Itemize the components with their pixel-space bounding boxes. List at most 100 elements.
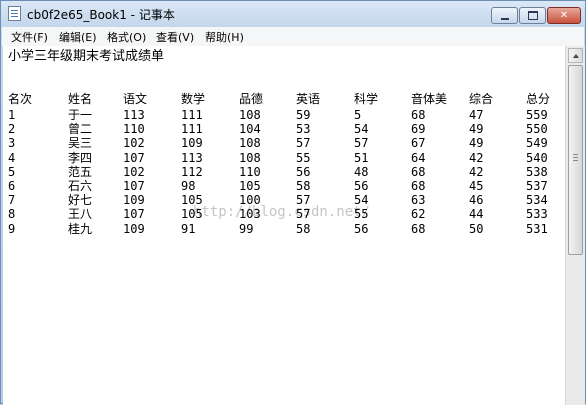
table-cell: 44 xyxy=(469,207,484,222)
table-cell: 于一 xyxy=(68,108,93,122)
table-cell: 9 xyxy=(8,221,16,236)
table-cell: 91 xyxy=(181,221,196,236)
table-cell: 1 xyxy=(8,108,16,122)
table-cell: 好七 xyxy=(68,193,93,208)
table-header-cell: 总分 xyxy=(526,92,551,106)
table-cell: 56 xyxy=(354,179,369,193)
menu-help[interactable]: 帮助(H) xyxy=(205,29,244,45)
notepad-app-icon[interactable] xyxy=(8,6,21,21)
table-cell: 范五 xyxy=(68,164,93,179)
table-cell: 57 xyxy=(296,136,311,151)
table-cell: 56 xyxy=(354,221,369,236)
table-cell: 58 xyxy=(296,179,311,193)
table-cell: 109 xyxy=(123,221,145,236)
minimize-icon xyxy=(500,17,509,20)
table-cell: 8 xyxy=(8,207,16,222)
table-cell: 53 xyxy=(296,122,311,137)
table-cell: 109 xyxy=(123,193,145,208)
table-cell: 68 xyxy=(411,164,426,179)
table-cell: 5 xyxy=(354,108,362,122)
notepad-window: cb0f2e65_Book1 - 记事本 ✕ 文件(F) 编辑(E) 格式(O)… xyxy=(0,0,586,405)
maximize-icon xyxy=(527,11,538,20)
table-cell: 2 xyxy=(8,122,16,137)
table-cell: 55 xyxy=(354,207,369,222)
table-cell: 540 xyxy=(526,150,548,165)
table-cell: 559 xyxy=(526,108,548,122)
table-cell: 42 xyxy=(469,164,484,179)
table-cell: 105 xyxy=(181,193,203,208)
table-cell: 107 xyxy=(123,179,145,193)
table-cell: 110 xyxy=(123,122,145,137)
table-cell: 68 xyxy=(411,179,426,193)
table-cell: 48 xyxy=(354,164,369,179)
table-cell: 3 xyxy=(8,136,16,151)
table-cell: 550 xyxy=(526,122,548,137)
scroll-up-arrow-icon xyxy=(572,53,579,58)
table-cell: 45 xyxy=(469,179,484,193)
table-cell: 67 xyxy=(411,136,426,151)
minimize-button[interactable] xyxy=(491,7,518,24)
table-header-cell: 品德 xyxy=(239,92,264,106)
table-cell: 104 xyxy=(239,122,261,137)
menu-file[interactable]: 文件(F) xyxy=(11,29,48,45)
table-cell: 69 xyxy=(411,122,426,137)
close-button[interactable]: ✕ xyxy=(547,7,581,24)
table-cell: 111 xyxy=(181,122,203,137)
table-cell: 47 xyxy=(469,108,484,122)
table-cell: 54 xyxy=(354,122,369,137)
table-cell: 107 xyxy=(123,207,145,222)
table-header-cell: 英语 xyxy=(296,92,321,106)
text-editor-area[interactable]: 小学三年级期末考试成绩单 http://blog.csdn.net/ 名次 姓名 语… xyxy=(3,46,565,405)
thumb-grip-icon xyxy=(573,154,578,155)
table-cell: 7 xyxy=(8,193,16,208)
menu-view[interactable]: 查看(V) xyxy=(156,29,194,45)
table-cell: 549 xyxy=(526,136,548,151)
table-cell: 111 xyxy=(181,108,203,122)
table-cell: 105 xyxy=(239,179,261,193)
table-cell: 57 xyxy=(354,136,369,151)
table-header-cell: 科学 xyxy=(354,92,379,106)
table-header-cell: 数学 xyxy=(181,92,206,106)
table-cell: 99 xyxy=(239,221,254,236)
table-cell: 108 xyxy=(239,150,261,165)
table-cell: 98 xyxy=(181,179,196,193)
maximize-button[interactable] xyxy=(519,7,546,24)
table-cell: 109 xyxy=(181,136,203,151)
title-bar[interactable]: cb0f2e65_Book1 - 记事本 ✕ xyxy=(1,1,585,27)
window-title: cb0f2e65_Book1 - 记事本 xyxy=(27,8,175,22)
table-cell: 5 xyxy=(8,164,16,179)
table-header-cell: 语文 xyxy=(123,92,148,106)
table-cell: 王八 xyxy=(68,207,93,222)
table-cell: 537 xyxy=(526,179,548,193)
table-cell: 531 xyxy=(526,221,548,236)
table-cell: 4 xyxy=(8,150,16,165)
table-header-cell: 综合 xyxy=(469,92,494,106)
scroll-thumb[interactable] xyxy=(568,65,583,255)
table-cell: 107 xyxy=(123,150,145,165)
close-icon: ✕ xyxy=(559,10,569,21)
document-heading: 小学三年级期末考试成绩单 xyxy=(8,49,165,64)
table-cell: 64 xyxy=(411,150,426,165)
table-cell: 103 xyxy=(239,207,261,222)
table-cell: 63 xyxy=(411,193,426,208)
table-cell: 102 xyxy=(123,164,145,179)
menu-edit[interactable]: 编辑(E) xyxy=(59,29,97,45)
scroll-up-button[interactable] xyxy=(568,48,583,63)
table-header-cell: 音体美 xyxy=(411,92,448,106)
table-cell: 桂九 xyxy=(68,221,93,236)
vertical-scrollbar[interactable] xyxy=(565,46,585,405)
table-cell: 58 xyxy=(296,221,311,236)
table-cell: 100 xyxy=(239,193,261,208)
table-cell: 538 xyxy=(526,164,548,179)
table-cell: 105 xyxy=(181,207,203,222)
table-cell: 50 xyxy=(469,221,484,236)
table-cell: 46 xyxy=(469,193,484,208)
watermark-text: http://blog.csdn.net/ xyxy=(193,204,371,220)
table-cell: 51 xyxy=(354,150,369,165)
menu-format[interactable]: 格式(O) xyxy=(107,29,146,45)
table-cell: 534 xyxy=(526,193,548,208)
table-cell: 108 xyxy=(239,136,261,151)
menu-bar: 文件(F) 编辑(E) 格式(O) 查看(V) 帮助(H) xyxy=(2,27,584,47)
table-cell: 59 xyxy=(296,108,311,122)
table-cell: 68 xyxy=(411,108,426,122)
